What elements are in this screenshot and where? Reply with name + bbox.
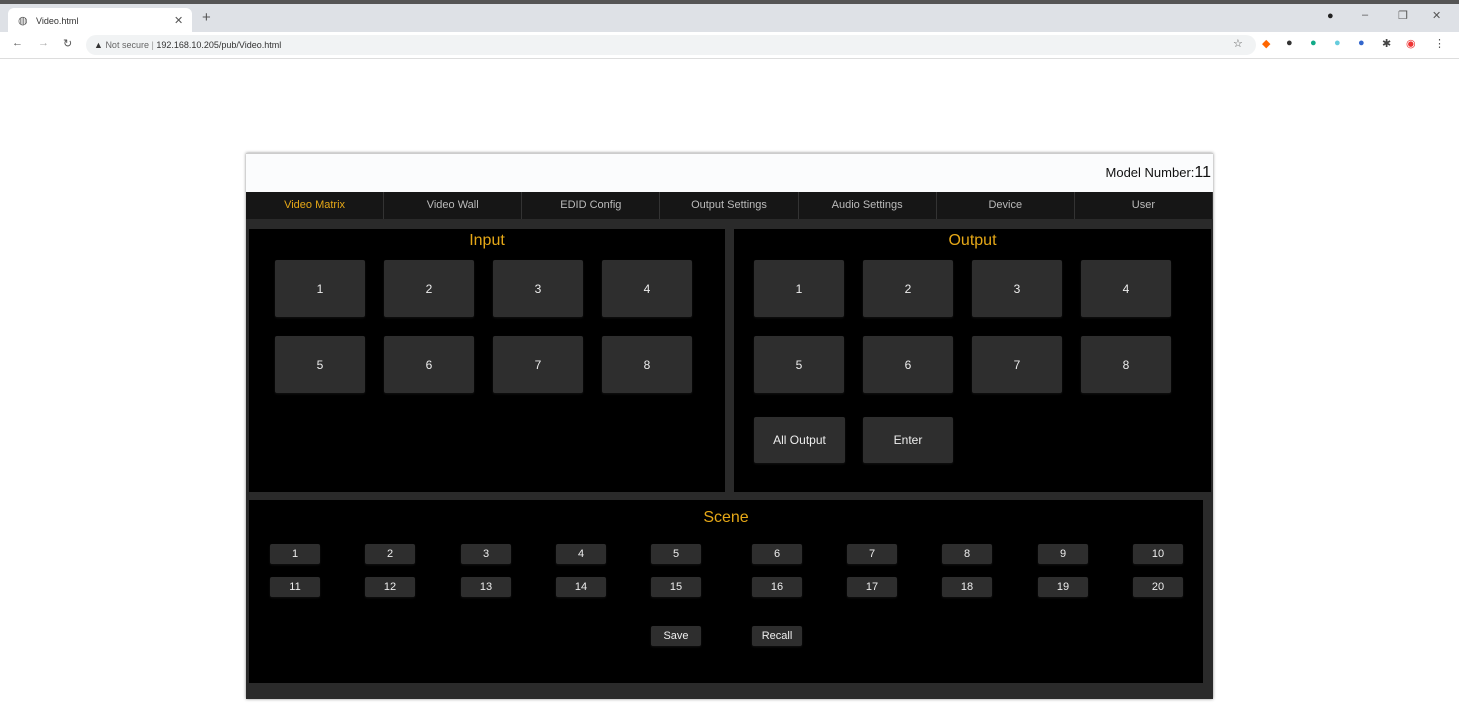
output-button[interactable]: 3 <box>972 260 1062 317</box>
scene-button[interactable]: 6 <box>752 544 802 564</box>
app-panel: Model Number:11 Video Matrix Video Wall … <box>246 153 1213 699</box>
url-field[interactable]: ▲ Not secure | 192.168.10.205/pub/Video.… <box>86 35 1256 55</box>
tab-video-matrix[interactable]: Video Matrix <box>246 192 385 219</box>
output-button[interactable]: 8 <box>1081 336 1171 393</box>
scene-button[interactable]: 5 <box>651 544 701 564</box>
extension-icon[interactable]: ◉ <box>1406 37 1416 50</box>
input-button[interactable]: 1 <box>275 260 365 317</box>
input-button[interactable]: 7 <box>493 336 583 393</box>
save-button[interactable]: Save <box>651 626 701 646</box>
enter-button[interactable]: Enter <box>863 417 953 463</box>
output-button[interactable]: 7 <box>972 336 1062 393</box>
nav-bar: Video Matrix Video Wall EDID Config Outp… <box>246 192 1213 219</box>
address-bar-row: ← → ↻ ▲ Not secure | 192.168.10.205/pub/… <box>0 32 1459 59</box>
output-title: Output <box>948 232 997 249</box>
scene-button[interactable]: 10 <box>1133 544 1183 564</box>
minimize-icon[interactable]: – <box>1362 9 1368 21</box>
scene-button[interactable]: 14 <box>556 577 606 597</box>
output-button[interactable]: 2 <box>863 260 953 317</box>
warning-icon: ▲ <box>94 40 103 50</box>
scene-button[interactable]: 19 <box>1038 577 1088 597</box>
extension-icon[interactable]: ● <box>1334 37 1341 49</box>
input-button[interactable]: 4 <box>602 260 692 317</box>
scene-button[interactable]: 12 <box>365 577 415 597</box>
browser-tab-strip: ◍ Video.html ✕ + ● – ❐ ✕ <box>0 0 1459 36</box>
scene-button[interactable]: 18 <box>942 577 992 597</box>
scene-button[interactable]: 20 <box>1133 577 1183 597</box>
output-button[interactable]: 4 <box>1081 260 1171 317</box>
tab-edid-config[interactable]: EDID Config <box>522 192 661 219</box>
scene-button[interactable]: 2 <box>365 544 415 564</box>
tab-video-wall[interactable]: Video Wall <box>384 192 523 219</box>
input-button[interactable]: 8 <box>602 336 692 393</box>
star-icon[interactable]: ☆ <box>1233 37 1243 50</box>
close-window-icon[interactable]: ✕ <box>1432 9 1441 22</box>
header: Model Number:11 <box>246 153 1213 193</box>
menu-icon[interactable]: ⋮ <box>1434 37 1445 50</box>
output-button[interactable]: 1 <box>754 260 844 317</box>
scene-button[interactable]: 13 <box>461 577 511 597</box>
globe-icon: ◍ <box>18 15 28 27</box>
output-button[interactable]: 6 <box>863 336 953 393</box>
close-tab-icon[interactable]: ✕ <box>174 14 183 27</box>
scene-button[interactable]: 11 <box>270 577 320 597</box>
scene-title: Scene <box>703 509 749 526</box>
puzzle-icon[interactable]: ✱ <box>1382 37 1391 50</box>
input-panel: Input 1234 5678 <box>249 229 725 492</box>
scene-button[interactable]: 9 <box>1038 544 1088 564</box>
input-title: Input <box>469 232 505 249</box>
forward-icon[interactable]: → <box>38 37 49 49</box>
new-tab-icon[interactable]: + <box>202 9 211 26</box>
all-output-button[interactable]: All Output <box>754 417 845 463</box>
scene-button[interactable]: 1 <box>270 544 320 564</box>
output-panel: Output 1234 5678 All Output Enter <box>734 229 1211 492</box>
extension-icon[interactable]: ● <box>1310 37 1317 49</box>
back-icon[interactable]: ← <box>12 37 23 49</box>
tab-device[interactable]: Device <box>936 192 1075 219</box>
extension-icon[interactable]: ● <box>1286 37 1293 49</box>
input-button[interactable]: 2 <box>384 260 474 317</box>
model-number: Model Number:11 <box>1105 164 1211 181</box>
scene-button[interactable]: 16 <box>752 577 802 597</box>
scene-button[interactable]: 8 <box>942 544 992 564</box>
extension-icon[interactable]: ● <box>1358 37 1365 49</box>
security-label: Not secure <box>105 40 149 50</box>
extension-icon[interactable]: ◆ <box>1262 37 1270 50</box>
scene-button[interactable]: 15 <box>651 577 701 597</box>
profile-icon[interactable]: ● <box>1327 10 1334 22</box>
scene-button[interactable]: 17 <box>847 577 897 597</box>
tab-audio-settings[interactable]: Audio Settings <box>798 192 937 219</box>
recall-button[interactable]: Recall <box>752 626 802 646</box>
input-button[interactable]: 6 <box>384 336 474 393</box>
scene-button[interactable]: 7 <box>847 544 897 564</box>
tab-output-settings[interactable]: Output Settings <box>660 192 799 219</box>
scene-button[interactable]: 4 <box>556 544 606 564</box>
scene-panel: Scene 1 2 3 4 5 6 7 8 9 10 11 12 13 14 15 16 17 18 19 20 Sa… <box>249 500 1203 683</box>
output-button[interactable]: 5 <box>754 336 844 393</box>
tab-user[interactable]: User <box>1074 192 1213 219</box>
restore-icon[interactable]: ❐ <box>1398 9 1408 22</box>
input-button[interactable]: 5 <box>275 336 365 393</box>
tab-title: Video.html <box>36 16 79 26</box>
reload-icon[interactable]: ↻ <box>63 37 72 50</box>
scene-button[interactable]: 3 <box>461 544 511 564</box>
input-button[interactable]: 3 <box>493 260 583 317</box>
url-text: 192.168.10.205/pub/Video.html <box>156 40 282 50</box>
